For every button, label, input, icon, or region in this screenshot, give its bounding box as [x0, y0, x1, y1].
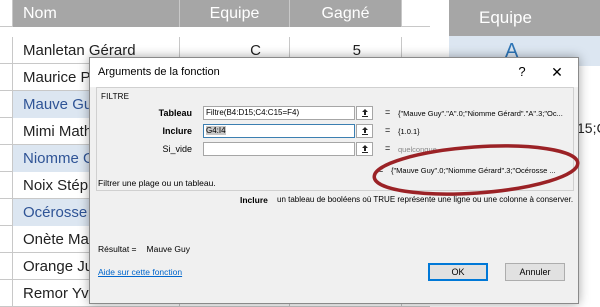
help-link[interactable]: Aide sur cette fonction: [98, 267, 182, 277]
dialog-titlebar[interactable]: Arguments de la fonction ? ✕: [90, 58, 578, 87]
arg-result-inclure: {1.0.1}: [398, 127, 420, 136]
collapse-arrow-icon: [362, 145, 368, 153]
function-arguments-dialog: Arguments de la fonction ? ✕ FILTRE Tabl…: [89, 57, 579, 304]
formula-fragment: 15;C4: [577, 120, 600, 136]
criteria-header[interactable]: Equipe: [449, 0, 600, 36]
arg-input-inclure[interactable]: G4:I4: [203, 124, 355, 138]
close-icon[interactable]: ✕: [548, 63, 566, 81]
argument-help-name: Inclure: [240, 195, 268, 205]
range-select-button[interactable]: [356, 124, 373, 138]
result-label: Résultat =: [98, 244, 137, 254]
header-cell-won[interactable]: Gagné: [290, 0, 402, 27]
equals-sign: =: [385, 107, 391, 117]
arg-input-si-vide[interactable]: [203, 142, 355, 156]
selected-text: G4:I4: [206, 126, 226, 135]
arg-input-tableau[interactable]: Filtre(B4:D15;C4:C15=F4): [203, 106, 355, 120]
range-select-button[interactable]: [356, 142, 373, 156]
argument-help-text: un tableau de booléens où TRUE représent…: [277, 195, 574, 204]
equals-sign: =: [378, 165, 384, 175]
dialog-title: Arguments de la fonction: [98, 66, 220, 78]
function-name-label: FILTRE: [101, 92, 130, 101]
arg-label-tableau: Tableau: [158, 108, 192, 118]
cancel-button[interactable]: Annuler: [505, 263, 565, 281]
arguments-group: FILTRE Tableau Filtre(B4:D15;C4:C15=F4) …: [96, 87, 574, 191]
range-select-button[interactable]: [356, 106, 373, 120]
formula-result-preview: {"Mauve Guy".0;"Niomme Gérard".3;"Océros…: [391, 166, 556, 175]
help-icon[interactable]: ?: [513, 63, 531, 81]
arg-result-si-vide: quelconque: [398, 145, 437, 154]
function-description: Filtrer une plage ou un tableau.: [98, 178, 216, 188]
equals-sign: =: [385, 125, 391, 135]
result-line: Résultat = Mauve Guy: [98, 244, 190, 254]
header-row: Nom Equipe Gagné: [0, 0, 430, 27]
collapse-arrow-icon: [362, 109, 368, 117]
collapse-arrow-icon: [362, 127, 368, 135]
result-value: Mauve Guy: [146, 244, 190, 254]
header-cell-name[interactable]: Nom: [12, 0, 180, 27]
arg-result-tableau: {"Mauve Guy"."A".0;"Niomme Gérard"."A".3…: [398, 109, 563, 118]
ok-button[interactable]: OK: [428, 263, 488, 281]
equals-sign: =: [385, 143, 391, 153]
header-cell-team[interactable]: Equipe: [180, 0, 290, 27]
arg-label-si-vide: Si_vide: [162, 144, 192, 154]
arg-label-inclure: Inclure: [162, 126, 192, 136]
